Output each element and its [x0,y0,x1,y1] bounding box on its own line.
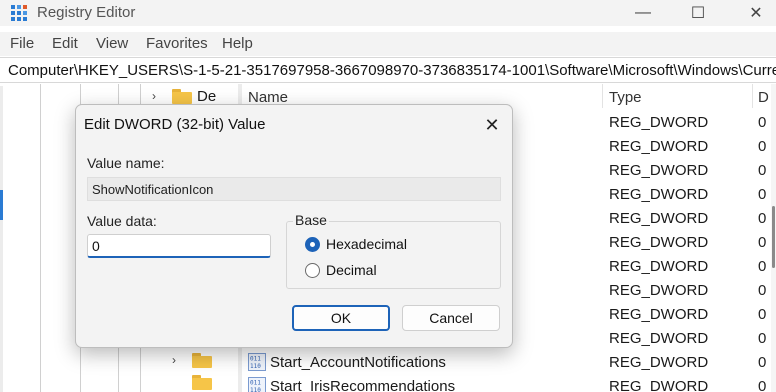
menu-favorites[interactable]: Favorites [146,35,208,52]
value-row-type: REG_DWORD [609,353,709,371]
value-row-data: 0 [758,305,767,323]
value-row-name[interactable]: 011 110 Start_AccountNotifications [248,350,446,374]
radio-unselected-icon[interactable] [305,262,320,278]
svg-text:110: 110 [250,363,261,370]
column-separator[interactable] [752,84,753,108]
radio-decimal[interactable]: Decimal [305,262,377,278]
column-header-type[interactable]: Type [609,89,642,106]
base-label: Base [293,212,329,228]
cancel-button[interactable]: Cancel [402,305,500,331]
value-row-data: 0 [758,113,767,131]
pane-edge [0,86,3,392]
menu-bar: File Edit View Favorites Help [0,32,776,56]
value-row-data: 0 [758,353,767,371]
tree-item[interactable]: › [172,349,212,371]
window-title: Registry Editor [37,4,136,21]
address-bar[interactable]: Computer\HKEY_USERS\S-1-5-21-3517697958-… [0,57,776,83]
binary-value-icon: 011 110 [248,353,266,371]
value-name-text: Start_IrisRecommendations [270,377,456,392]
value-row-data: 0 [758,281,767,299]
value-row-type: REG_DWORD [609,161,709,179]
edit-dword-dialog: Edit DWORD (32-bit) Value ✕ Value name: … [75,104,513,348]
value-row-type: REG_DWORD [609,305,709,323]
minimize-button[interactable]: — [620,0,666,26]
svg-text:110: 110 [250,387,261,392]
value-row-data: 0 [758,233,767,251]
value-data-input[interactable] [87,234,271,258]
close-icon[interactable]: ✕ [479,112,505,138]
value-row-name[interactable]: 011 110 Start_IrisRecommendations [248,374,455,392]
value-row-data: 0 [758,137,767,155]
chevron-right-icon[interactable]: › [172,353,184,367]
column-header-data[interactable]: D [758,89,769,106]
base-group [286,221,501,289]
folder-icon [192,352,212,368]
value-row-data: 0 [758,209,767,227]
value-row-type: REG_DWORD [609,257,709,275]
value-row-type: REG_DWORD [609,185,709,203]
svg-text:011: 011 [250,356,261,363]
value-name-field: ShowNotificationIcon [87,177,501,201]
ok-button[interactable]: OK [292,305,390,331]
binary-value-icon: 011 110 [248,377,266,392]
chevron-right-icon[interactable]: › [152,89,164,103]
value-row-type: REG_DWORD [609,209,709,227]
folder-icon [192,374,212,390]
tree-item-label: De [197,87,217,105]
value-row-data: 0 [758,257,767,275]
value-row-data: 0 [758,185,767,203]
value-row-type: REG_DWORD [609,137,709,155]
close-window-button[interactable]: ✕ [733,0,776,26]
menu-edit[interactable]: Edit [52,35,78,52]
value-row-type: REG_DWORD [609,377,709,392]
registry-editor-icon [11,5,27,21]
radio-selected-icon[interactable] [305,236,320,252]
radio-hexadecimal[interactable]: Hexadecimal [305,236,407,252]
value-row-type: REG_DWORD [609,233,709,251]
value-name-text: Start_AccountNotifications [270,353,446,371]
value-row-data: 0 [758,377,767,392]
value-row-type: REG_DWORD [609,329,709,347]
address-path[interactable]: Computer\HKEY_USERS\S-1-5-21-3517697958-… [8,62,776,79]
value-row-type: REG_DWORD [609,281,709,299]
menu-help[interactable]: Help [222,35,253,52]
scrollbar-thumb[interactable] [772,206,775,268]
decimal-label[interactable]: Decimal [326,262,377,278]
value-data-label: Value data: [87,213,157,229]
value-name-label: Value name: [87,155,165,171]
menu-file[interactable]: File [10,35,34,52]
hexadecimal-label[interactable]: Hexadecimal [326,236,407,252]
folder-icon [172,88,192,104]
column-separator[interactable] [602,84,603,108]
tree-guide-line [40,84,41,392]
title-bar: Registry Editor — ☐ ✕ [0,0,776,26]
value-row-data: 0 [758,329,767,347]
maximize-button[interactable]: ☐ [675,0,721,26]
pane-edge-highlight [0,190,3,220]
value-row-type: REG_DWORD [609,113,709,131]
svg-text:011: 011 [250,380,261,387]
value-row-data: 0 [758,161,767,179]
dialog-title: Edit DWORD (32-bit) Value [84,116,266,133]
tree-item[interactable] [172,371,212,392]
menu-view[interactable]: View [96,35,128,52]
